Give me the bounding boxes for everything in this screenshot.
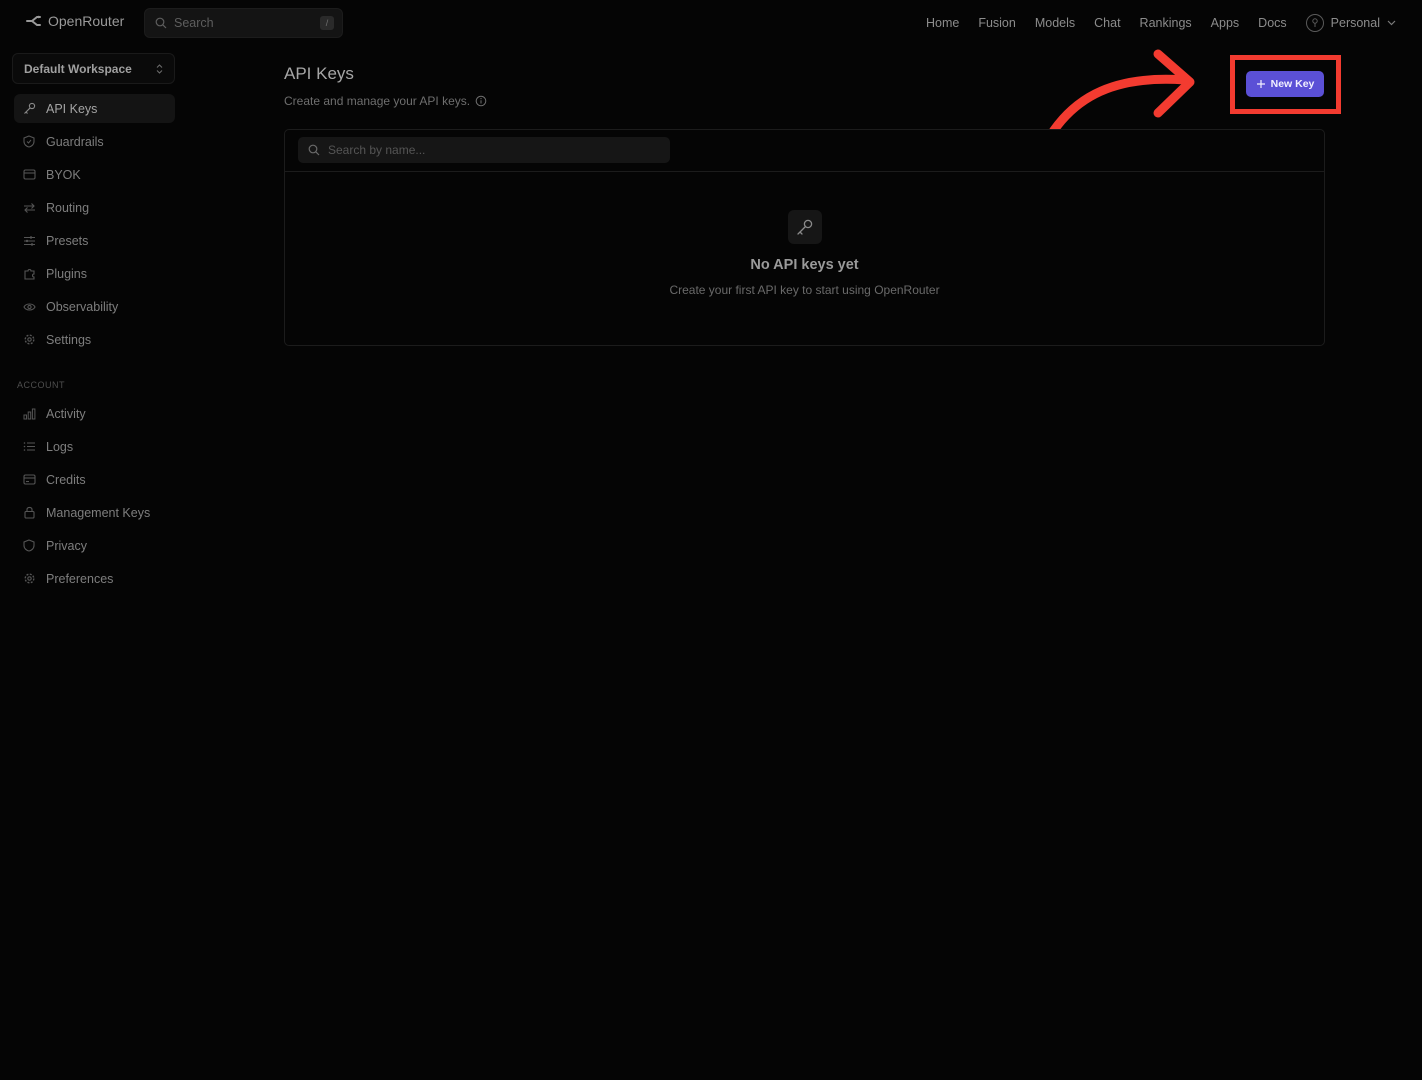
sidebar-item-label: BYOK xyxy=(46,167,81,182)
lock-icon xyxy=(22,506,36,520)
sidebar-item-label: Guardrails xyxy=(46,134,104,149)
new-key-label: New Key xyxy=(1270,78,1315,90)
sidebar-item-label: Logs xyxy=(46,439,74,454)
sidebar-item-observability[interactable]: Observability xyxy=(14,292,175,321)
sidebar-item-label: Preferences xyxy=(46,571,114,586)
sidebar-item-label: Activity xyxy=(46,406,86,421)
key-search-placeholder: Search by name... xyxy=(328,143,426,157)
shield-icon xyxy=(22,135,36,149)
account-label: Personal xyxy=(1330,16,1380,30)
sidebar-item-label: Credits xyxy=(46,472,86,487)
sidebar-item-guardrails[interactable]: Guardrails xyxy=(14,127,175,156)
search-icon xyxy=(308,144,320,156)
page-title: API Keys xyxy=(284,64,354,83)
brand-logo[interactable]: OpenRouter xyxy=(26,13,124,29)
nav-fusion[interactable]: Fusion xyxy=(978,16,1016,30)
page-subtitle: Create and manage your API keys. xyxy=(284,94,487,108)
chevron-up-down-icon xyxy=(156,63,163,74)
workspace-label: Default Workspace xyxy=(24,61,132,76)
key-icon xyxy=(22,102,36,116)
sidebar-item-label: Settings xyxy=(46,332,92,347)
sidebar-item-label: Management Keys xyxy=(46,505,151,520)
eye-icon xyxy=(22,300,36,314)
gear-icon xyxy=(22,333,36,347)
sidebar-item-credits[interactable]: Credits xyxy=(14,465,175,494)
sidebar-item-label: API Keys xyxy=(46,101,98,116)
sliders-icon xyxy=(22,234,36,248)
empty-state-key-icon xyxy=(787,210,822,244)
sidebar-item-label: Observability xyxy=(46,299,119,314)
nav-rankings[interactable]: Rankings xyxy=(1140,16,1192,30)
sidebar-item-label: Routing xyxy=(46,200,90,215)
shield-icon xyxy=(22,539,36,553)
empty-state: No API keys yet Create your first API ke… xyxy=(285,172,1324,297)
empty-state-description: Create your first API key to start using… xyxy=(669,283,940,297)
account-menu[interactable]: Personal xyxy=(1305,14,1396,32)
list-icon xyxy=(22,440,36,454)
user-icon xyxy=(1311,18,1318,27)
info-icon[interactable] xyxy=(475,95,487,107)
nav-chat[interactable]: Chat xyxy=(1094,16,1120,30)
card-toolbar: Search by name... xyxy=(285,130,1324,172)
sidebar-item-activity[interactable]: Activity xyxy=(14,399,175,428)
openrouter-logo-icon xyxy=(26,15,41,26)
sidebar-item-routing[interactable]: Routing xyxy=(14,193,175,222)
sidebar-item-preferences[interactable]: Preferences xyxy=(14,564,175,593)
nav-home[interactable]: Home xyxy=(926,16,959,30)
sidebar-item-label: Presets xyxy=(46,233,89,248)
account-section-label: ACCOUNT xyxy=(17,380,65,390)
global-search-placeholder: Search xyxy=(174,16,214,30)
sidebar-item-label: Privacy xyxy=(46,538,87,553)
nav-docs[interactable]: Docs xyxy=(1258,16,1286,30)
global-search-input[interactable]: Search / xyxy=(144,8,343,38)
credit-card-icon xyxy=(22,473,36,487)
sidebar-item-api-keys[interactable]: API Keys xyxy=(14,94,175,123)
sidebar-item-settings[interactable]: Settings xyxy=(14,325,175,354)
puzzle-icon xyxy=(22,267,36,281)
sidebar-item-byok[interactable]: BYOK xyxy=(14,160,175,189)
api-keys-card: Search by name... No API keys yet Create… xyxy=(284,129,1325,346)
key-search-input[interactable]: Search by name... xyxy=(298,137,670,163)
empty-state-title: No API keys yet xyxy=(750,257,859,273)
page-subtitle-text: Create and manage your API keys. xyxy=(284,94,471,108)
brand-name: OpenRouter xyxy=(48,13,125,29)
nav-models[interactable]: Models xyxy=(1035,16,1075,30)
sidebar-item-management-keys[interactable]: Management Keys xyxy=(14,498,175,527)
plus-icon xyxy=(1256,80,1265,88)
sidebar-item-plugins[interactable]: Plugins xyxy=(14,259,175,288)
arrows-icon xyxy=(22,201,36,215)
avatar xyxy=(1305,14,1324,32)
sidebar-item-privacy[interactable]: Privacy xyxy=(14,531,175,560)
search-shortcut-badge: / xyxy=(320,16,334,30)
new-key-button[interactable]: New Key xyxy=(1246,71,1324,97)
card-icon xyxy=(22,168,36,182)
sidebar-item-logs[interactable]: Logs xyxy=(14,432,175,461)
chevron-down-icon xyxy=(1387,20,1396,26)
sidebar-item-presets[interactable]: Presets xyxy=(14,226,175,255)
nav-apps[interactable]: Apps xyxy=(1211,16,1240,30)
bar-chart-icon xyxy=(22,407,36,421)
workspace-selector[interactable]: Default Workspace xyxy=(12,53,175,84)
sidebar-item-label: Plugins xyxy=(46,266,87,281)
search-icon xyxy=(155,17,167,29)
gear-icon xyxy=(22,572,36,586)
